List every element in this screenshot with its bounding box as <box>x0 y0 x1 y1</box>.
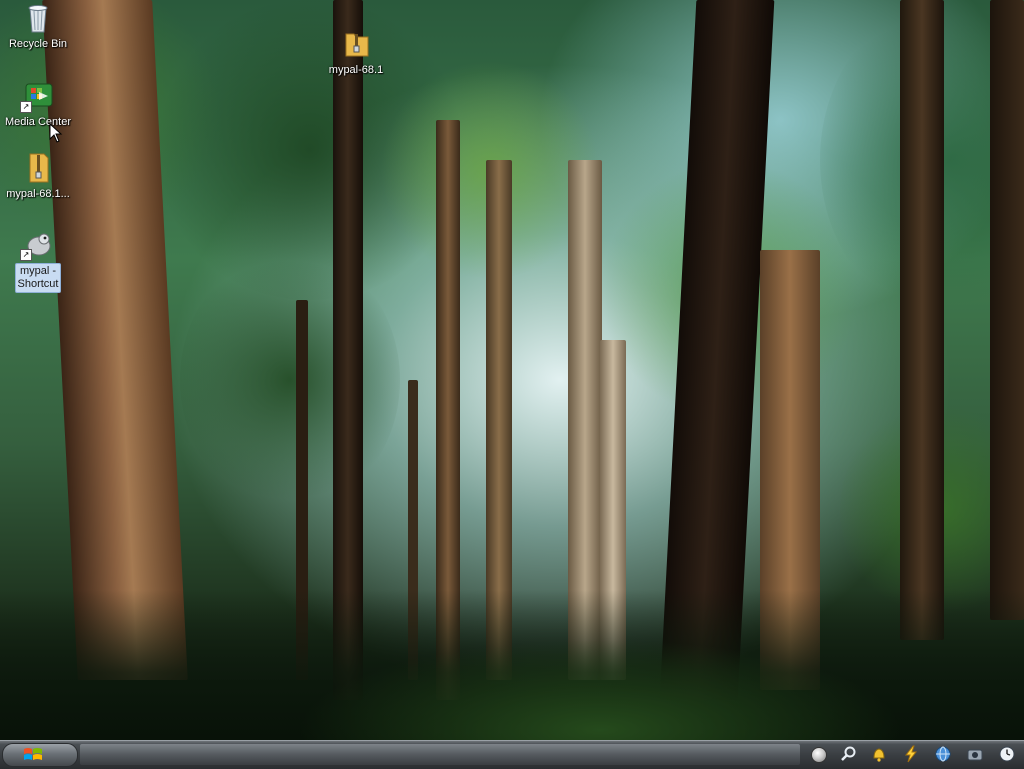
bell-icon[interactable] <box>870 745 888 763</box>
desktop-icon-mypal-zip-2[interactable]: mypal-68.1 <box>318 28 394 78</box>
zip-folder-icon <box>340 28 372 60</box>
foliage <box>180 250 400 510</box>
desktop-icon-label: mypal-68.1... <box>6 188 70 200</box>
search-icon[interactable] <box>840 745 858 763</box>
desktop-wallpaper <box>0 0 1024 740</box>
desktop-icon-mypal-zip[interactable]: mypal-68.1... <box>0 152 76 202</box>
camera-icon[interactable] <box>966 745 984 763</box>
media-center-icon: ↗ <box>20 80 54 113</box>
windows-start-orb-icon <box>23 746 43 764</box>
taskbar-buttons-area[interactable] <box>80 744 800 765</box>
circle-icon[interactable] <box>811 747 827 763</box>
zip-folder-icon <box>22 152 54 184</box>
mypal-app-icon: ↗ <box>20 228 54 261</box>
start-button[interactable] <box>2 743 78 767</box>
recycle-bin-icon <box>22 2 54 34</box>
shortcut-arrow-icon: ↗ <box>20 249 32 261</box>
shortcut-arrow-icon: ↗ <box>20 101 32 113</box>
desktop-icon-label: mypal - Shortcut <box>14 263 62 293</box>
clock-icon[interactable] <box>998 745 1016 763</box>
lightning-icon[interactable] <box>902 745 920 763</box>
tree-trunk <box>990 0 1024 620</box>
desktop-icon-media-center[interactable]: ↗ Media Center <box>0 80 76 130</box>
tree-trunk <box>900 0 944 640</box>
desktop-icon-label: Recycle Bin <box>8 38 68 50</box>
system-tray <box>806 743 1024 767</box>
network-globe-icon[interactable] <box>934 745 952 763</box>
desktop-icon-recycle-bin[interactable]: Recycle Bin <box>0 2 76 52</box>
forest-floor <box>0 590 1024 740</box>
desktop-icon-mypal-shortcut[interactable]: ↗ mypal - Shortcut <box>0 228 76 293</box>
taskbar <box>0 740 1024 769</box>
mouse-cursor-icon <box>49 122 63 143</box>
desktop-icon-label: mypal-68.1 <box>328 64 384 76</box>
